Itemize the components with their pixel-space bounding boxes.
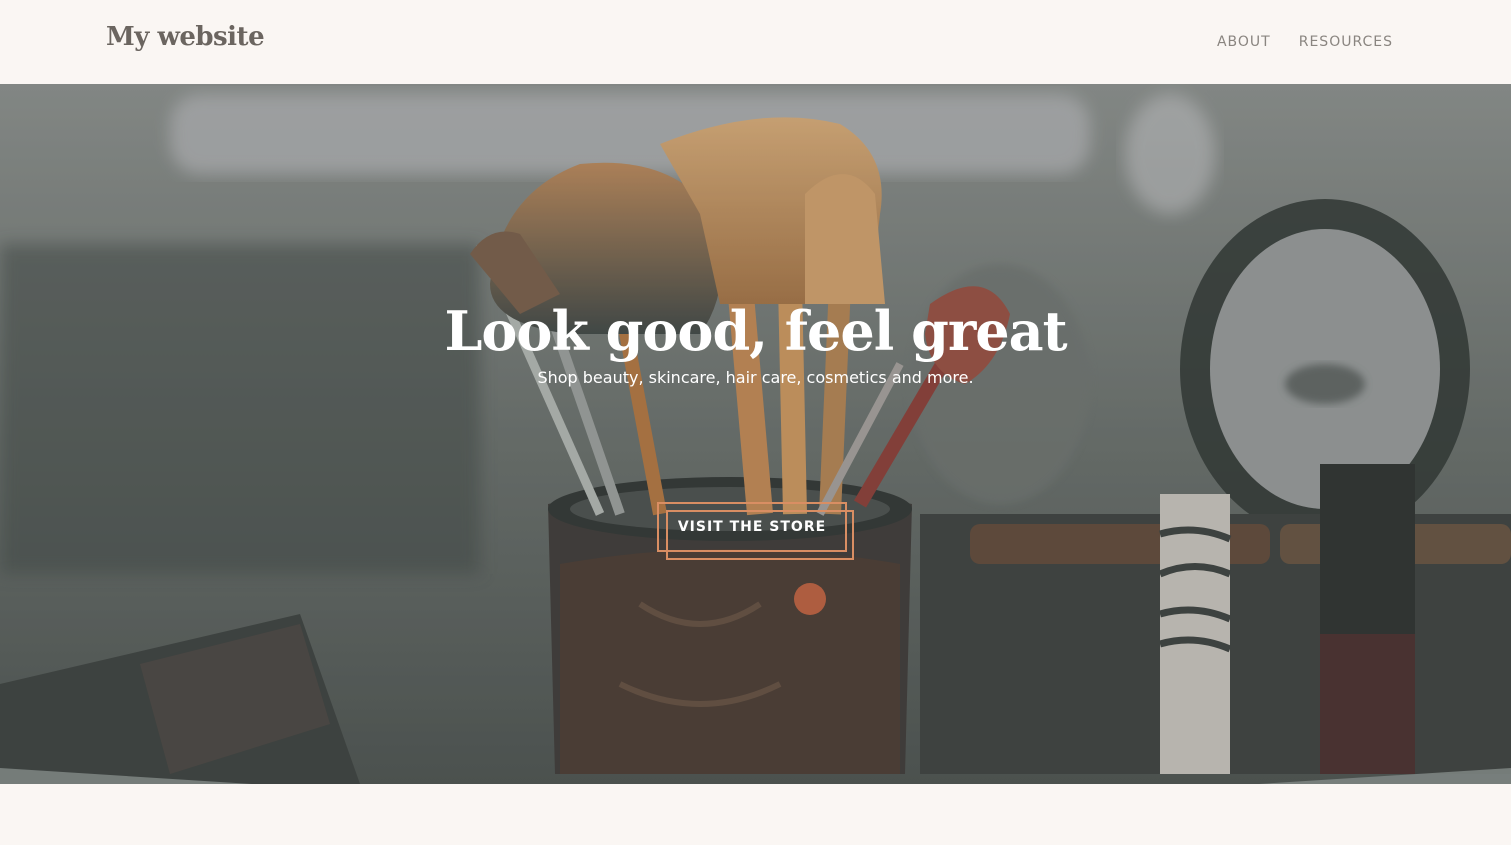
nav-item-about[interactable]: ABOUT [1217, 34, 1271, 50]
hero-title: Look good, feel great [444, 299, 1067, 363]
visit-store-button[interactable]: VISIT THE STORE [657, 502, 847, 552]
hero-background-image [0, 84, 1511, 784]
nav-item-resources[interactable]: RESOURCES [1299, 34, 1393, 50]
site-header: My website ABOUT RESOURCES [0, 0, 1511, 84]
hero-content: Look good, feel great Shop beauty, skinc… [0, 296, 1511, 387]
hero-section: Look good, feel great Shop beauty, skinc… [0, 84, 1511, 784]
hero-subtitle: Shop beauty, skincare, hair care, cosmet… [537, 368, 974, 387]
site-logo[interactable]: My website [106, 22, 265, 52]
main-nav: ABOUT RESOURCES [1217, 34, 1393, 50]
hero-bottom-wedge [0, 768, 1511, 784]
